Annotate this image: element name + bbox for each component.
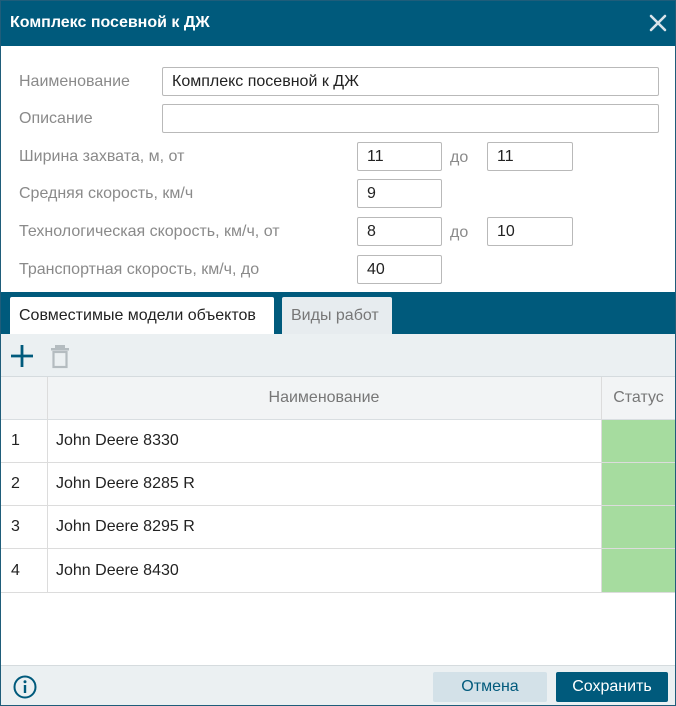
tab-compatible-models[interactable]: Совместимые модели объектов <box>10 297 274 334</box>
model-name: John Deere 8330 <box>56 432 179 449</box>
table-row[interactable]: 3 John Deere 8295 R <box>1 506 675 549</box>
tab-strip: Совместимые модели объектов Виды работ <box>1 292 675 334</box>
column-divider <box>47 377 48 593</box>
avg-speed-label: Средняя скорость, км/ч <box>19 185 194 202</box>
table-row[interactable]: 4 John Deere 8430 <box>1 549 675 593</box>
description-label: Описание <box>19 110 93 127</box>
column-header-name[interactable]: Наименование <box>47 377 601 419</box>
grid-header: Наименование Статус <box>1 377 675 420</box>
tech-speed-label: Технологическая скорость, км/ч, от <box>19 223 280 240</box>
width-from-input[interactable] <box>357 142 442 171</box>
tech-speed-to-label: до <box>450 224 469 241</box>
row-number: 2 <box>11 475 20 492</box>
width-to-input[interactable] <box>487 142 573 171</box>
trash-icon[interactable] <box>47 343 73 369</box>
tab-work-types[interactable]: Виды работ <box>282 297 392 334</box>
width-to-label: до <box>450 149 469 166</box>
dialog-title: Комплекс посевной к ДЖ <box>10 14 210 31</box>
plus-icon[interactable] <box>9 343 35 369</box>
row-number: 1 <box>11 432 20 449</box>
dialog-footer: Отмена Сохранить <box>1 665 675 705</box>
title-bar: Комплекс посевной к ДЖ <box>1 1 675 46</box>
column-header-status[interactable]: Статус <box>602 377 675 419</box>
info-icon[interactable] <box>13 675 37 699</box>
row-number: 3 <box>11 518 20 535</box>
width-label: Ширина захвата, м, от <box>19 148 185 165</box>
dialog: Комплекс посевной к ДЖ Наименование Опис… <box>0 0 676 706</box>
model-name: John Deere 8285 R <box>56 475 195 492</box>
name-label: Наименование <box>19 73 130 90</box>
table-row[interactable]: 2 John Deere 8285 R <box>1 463 675 506</box>
description-input[interactable] <box>162 104 659 133</box>
tech-speed-to-input[interactable] <box>487 217 573 246</box>
properties-form: Наименование Описание Ширина захвата, м,… <box>1 46 675 292</box>
cancel-button[interactable]: Отмена <box>433 672 547 702</box>
grid-toolbar <box>1 334 675 377</box>
transport-speed-label: Транспортная скорость, км/ч, до <box>19 261 260 278</box>
model-name: John Deere 8295 R <box>56 518 195 535</box>
name-input[interactable] <box>162 67 659 96</box>
model-name: John Deere 8430 <box>56 562 179 579</box>
avg-speed-input[interactable] <box>357 179 442 208</box>
transport-speed-input[interactable] <box>357 255 442 284</box>
column-divider <box>601 377 602 593</box>
tech-speed-from-input[interactable] <box>357 217 442 246</box>
save-button[interactable]: Сохранить <box>556 672 668 702</box>
table-row[interactable]: 1 John Deere 8330 <box>1 420 675 463</box>
row-number: 4 <box>11 562 20 579</box>
close-icon[interactable] <box>645 10 671 36</box>
